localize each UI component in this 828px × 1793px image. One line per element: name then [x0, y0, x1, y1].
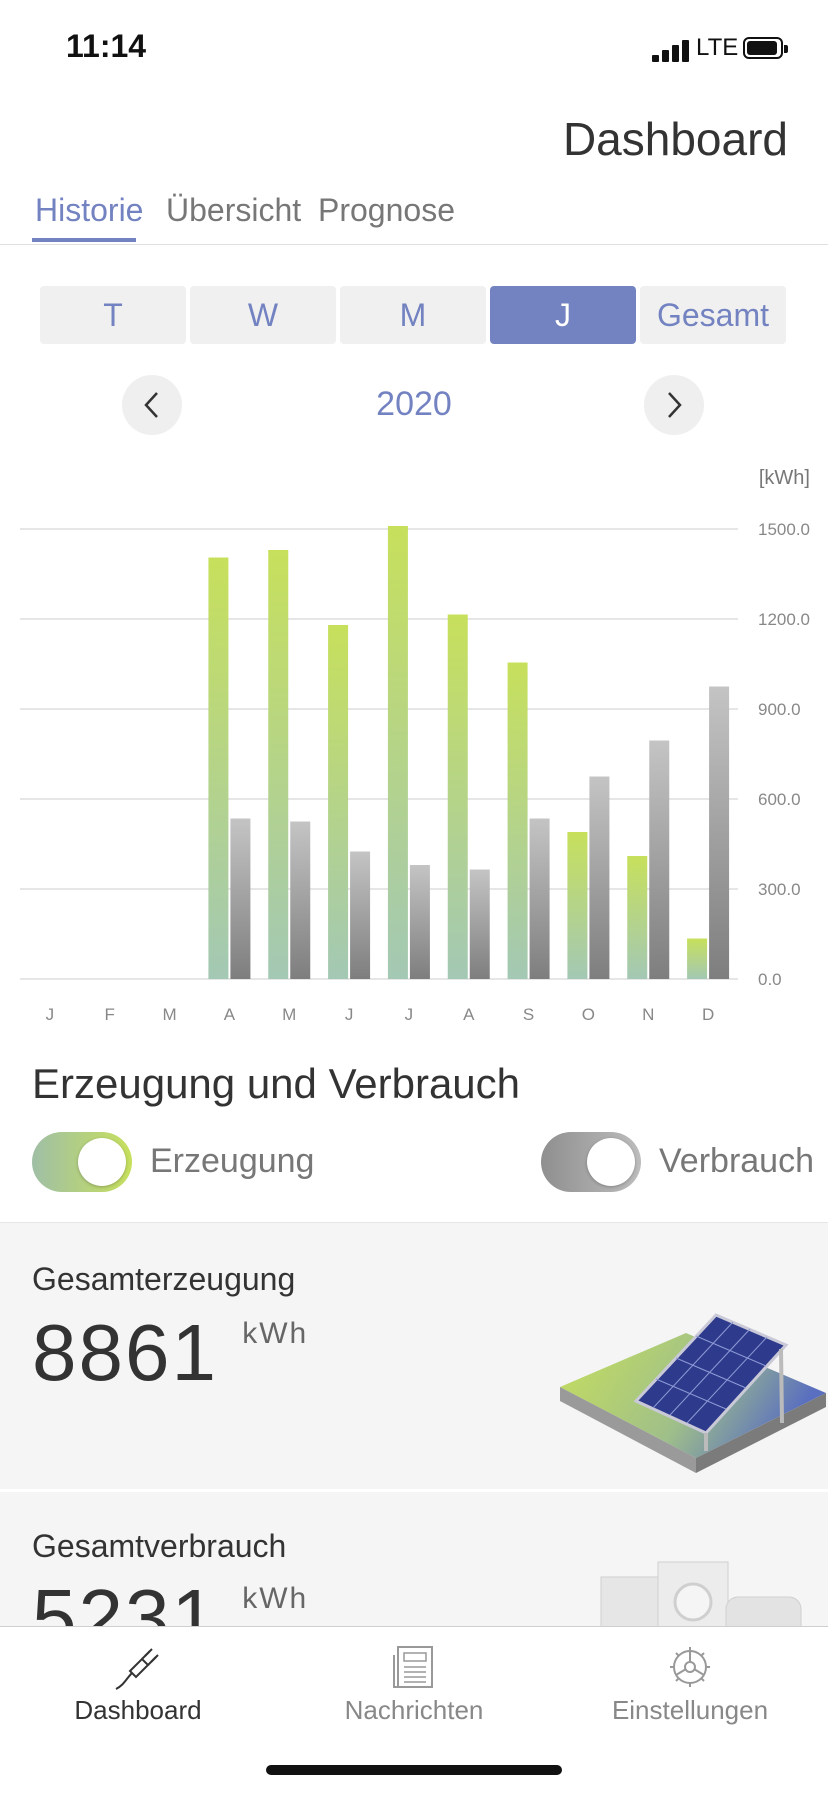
x-tick-label: A — [224, 1005, 236, 1024]
total-consumption-value: 5231 kWh — [32, 1572, 308, 1627]
y-tick-label: 900.0 — [758, 700, 801, 719]
tab-historie[interactable]: Historie — [35, 192, 143, 229]
home-indicator — [266, 1765, 562, 1775]
x-tick-label: J — [46, 1005, 55, 1024]
nav-einstellungen-label: Einstellungen — [611, 1695, 769, 1725]
solar-panel-illustration — [560, 1313, 826, 1473]
x-tick-label: A — [463, 1005, 475, 1024]
generation-toggle-label: Erzeugung — [150, 1142, 315, 1180]
toggle-knob — [78, 1138, 126, 1186]
chevron-left-icon — [144, 392, 158, 418]
period-month-button[interactable]: M — [340, 286, 486, 344]
x-tick-label: D — [702, 1005, 714, 1024]
chart-unit-label: [kWh] — [759, 467, 810, 489]
total-generation-card[interactable]: Gesamterzeugung 8861 kWh — [0, 1222, 828, 1489]
year-label: 2020 — [376, 385, 452, 423]
y-tick-label: 600.0 — [758, 790, 801, 809]
x-tick-label: S — [523, 1005, 534, 1024]
x-tick-label: F — [105, 1005, 115, 1024]
chevron-right-icon — [668, 392, 682, 418]
network-type: LTE — [696, 34, 739, 61]
total-generation-label: Gesamterzeugung — [32, 1261, 296, 1297]
bar-verbrauch — [709, 686, 730, 979]
consumption-toggle[interactable] — [541, 1132, 641, 1192]
tab-ubersicht[interactable]: Übersicht — [166, 192, 301, 229]
bar-erzeugung — [567, 832, 588, 979]
bar-verbrauch — [649, 740, 670, 979]
nav-dashboard[interactable]: Dashboard — [0, 1627, 276, 1757]
period-total-button[interactable]: Gesamt — [640, 286, 786, 344]
bar-verbrauch — [230, 818, 251, 979]
x-tick-label: N — [642, 1005, 654, 1024]
consumption-toggle-label: Verbrauch — [659, 1142, 814, 1180]
bar-verbrauch — [529, 818, 550, 979]
newspaper-icon — [393, 1646, 433, 1688]
total-generation-unit: kWh — [242, 1317, 309, 1350]
y-tick-label: 1200.0 — [758, 610, 810, 629]
x-tick-label: O — [582, 1005, 595, 1024]
history-bar-chart: [kWh] 1500.0 1200.0 900.0 600.0 300.0 0.0 J F M A… — [20, 467, 810, 1024]
y-tick-label: 300.0 — [758, 880, 801, 899]
total-generation-number: 8861 — [32, 1308, 218, 1397]
y-tick-label: 0.0 — [758, 970, 782, 989]
status-time: 11:14 — [66, 28, 147, 64]
period-year-button[interactable]: J — [490, 286, 636, 344]
battery-icon — [743, 37, 788, 59]
bar-erzeugung — [507, 662, 528, 979]
total-consumption-unit: kWh — [242, 1582, 309, 1615]
nav-einstellungen[interactable]: Einstellungen — [552, 1627, 828, 1757]
bar-erzeugung — [208, 557, 229, 979]
bar-erzeugung — [447, 614, 468, 979]
total-consumption-card[interactable]: Gesamtverbrauch 5231 kWh — [0, 1492, 828, 1627]
y-tick-label: 1500.0 — [758, 520, 810, 539]
page-title: Dashboard — [562, 113, 788, 165]
bar-verbrauch — [589, 776, 610, 979]
tab-prognose[interactable]: Prognose — [318, 192, 455, 229]
total-consumption-number: 5231 — [32, 1573, 218, 1627]
appliances-illustration — [600, 1561, 802, 1627]
x-tick-label: J — [405, 1005, 414, 1024]
plug-icon — [115, 1648, 159, 1690]
period-day-button[interactable]: T — [40, 286, 186, 344]
total-generation-value: 8861 kWh — [32, 1307, 308, 1399]
nav-dashboard-label: Dashboard — [74, 1695, 202, 1725]
bar-verbrauch — [469, 869, 490, 979]
bar-erzeugung — [387, 526, 408, 979]
bar-erzeugung — [268, 550, 289, 979]
nav-nachrichten[interactable]: Nachrichten — [276, 1627, 552, 1757]
bar-erzeugung — [687, 938, 708, 979]
bar-verbrauch — [350, 851, 371, 979]
toggle-knob — [587, 1138, 635, 1186]
bar-erzeugung — [328, 625, 349, 979]
x-tick-label: J — [345, 1005, 354, 1024]
tab-divider — [0, 244, 828, 245]
next-year-button[interactable] — [644, 375, 704, 435]
x-tick-label: M — [162, 1005, 176, 1024]
total-consumption-label: Gesamtverbrauch — [32, 1528, 287, 1564]
x-tick-label: M — [282, 1005, 296, 1024]
bar-verbrauch — [290, 821, 311, 979]
active-tab-indicator — [32, 238, 136, 242]
previous-year-button[interactable] — [122, 375, 182, 435]
bar-erzeugung — [627, 856, 648, 979]
nav-nachrichten-label: Nachrichten — [344, 1695, 484, 1725]
section-title: Erzeugung und Verbrauch — [32, 1060, 521, 1107]
bar-verbrauch — [409, 865, 430, 979]
signal-icon — [652, 40, 690, 62]
period-week-button[interactable]: W — [190, 286, 336, 344]
generation-toggle[interactable] — [32, 1132, 132, 1192]
settings-wheel-icon — [670, 1647, 710, 1687]
